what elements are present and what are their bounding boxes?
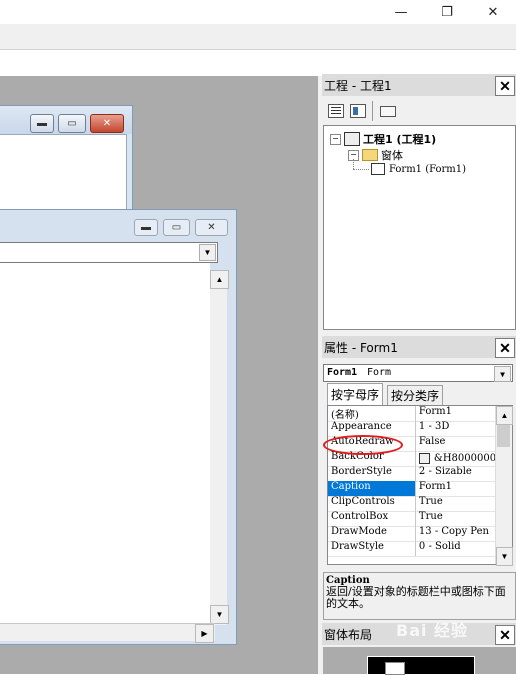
view-code-icon[interactable] bbox=[328, 104, 344, 118]
property-value[interactable]: True bbox=[416, 511, 496, 526]
description-text: 返回/设置对象的标题栏中或图标下面的文本。 bbox=[326, 585, 506, 610]
property-value[interactable]: Form1 bbox=[416, 481, 496, 496]
property-description: Caption 返回/设置对象的标题栏中或图标下面的文本。 bbox=[323, 572, 516, 620]
property-name: ClipControls bbox=[328, 496, 416, 511]
object-type: Form bbox=[367, 367, 392, 378]
property-name: Caption bbox=[328, 481, 416, 496]
property-value[interactable]: Form1 bbox=[416, 406, 496, 421]
property-value[interactable]: &H8000000F& bbox=[416, 451, 496, 466]
scroll-right-arrow-icon[interactable]: ▶ bbox=[195, 624, 214, 643]
view-object-icon[interactable] bbox=[350, 104, 366, 118]
maximize-window-button[interactable]: ❐ bbox=[424, 0, 470, 24]
scroll-up-arrow-icon[interactable]: ▲ bbox=[210, 270, 229, 289]
tab-categorized[interactable]: 按分类序 bbox=[387, 385, 444, 405]
property-name: Appearance bbox=[328, 421, 416, 436]
scroll-up-arrow-icon[interactable]: ▲ bbox=[496, 406, 513, 425]
property-row[interactable]: ClipControls True bbox=[328, 496, 496, 512]
tree-node-forms-folder[interactable]: − 窗体 bbox=[348, 147, 403, 163]
code-editor[interactable] bbox=[0, 263, 210, 623]
property-name: ControlBox bbox=[328, 511, 416, 526]
tree-line bbox=[353, 159, 354, 169]
scroll-down-arrow-icon[interactable]: ▼ bbox=[496, 547, 513, 566]
form-icon bbox=[371, 163, 385, 175]
property-row-selected[interactable]: Caption Form1 bbox=[328, 481, 496, 497]
project-tree[interactable]: − 工程1 (工程1) − 窗体 Form1 (Form1) bbox=[323, 125, 516, 330]
property-grid-scrollbar[interactable]: ▲ ▼ bbox=[495, 406, 513, 566]
tree-project-label: 工程1 (工程1) bbox=[363, 133, 437, 146]
property-name: BorderStyle bbox=[328, 466, 416, 481]
tree-line bbox=[353, 169, 369, 170]
code-horizontal-scrollbar[interactable]: ▶ bbox=[0, 623, 215, 643]
property-value-text: &H8000000F& bbox=[433, 453, 496, 464]
form-close-button[interactable]: ✕ bbox=[90, 114, 124, 133]
code-minimize-button[interactable]: ▬ bbox=[134, 219, 158, 236]
watermark: Bai 经验 bbox=[396, 621, 469, 640]
property-value[interactable]: False bbox=[416, 436, 496, 451]
property-row[interactable]: DrawMode 13 - Copy Pen bbox=[328, 526, 496, 542]
tab-categorized-label: 按分类序 bbox=[391, 389, 440, 403]
object-name: Form1 bbox=[327, 367, 358, 378]
app-titlebar: — ❐ ✕ bbox=[0, 0, 516, 24]
code-close-button[interactable]: ✕ bbox=[195, 219, 228, 236]
form-position-preview[interactable] bbox=[385, 662, 405, 675]
tree-node-project[interactable]: − 工程1 (工程1) bbox=[330, 131, 436, 147]
scrollbar-thumb[interactable] bbox=[497, 425, 510, 447]
collapse-icon[interactable]: − bbox=[330, 133, 341, 145]
tab-alphabetic[interactable]: 按字母序 bbox=[327, 383, 384, 405]
form-maximize-button[interactable]: ▭ bbox=[58, 114, 86, 133]
monitor-preview-icon bbox=[367, 656, 475, 675]
toolbar-separator bbox=[372, 101, 373, 121]
minimize-window-button[interactable]: — bbox=[378, 0, 424, 24]
property-grid[interactable]: (名称) Form1 Appearance 1 - 3D AutoRedraw … bbox=[327, 405, 513, 565]
form-minimize-button[interactable]: ▬ bbox=[30, 114, 54, 133]
close-window-button[interactable]: ✕ bbox=[470, 0, 516, 24]
object-selector-combo[interactable]: Form1 Form ▼ bbox=[323, 364, 513, 382]
properties-panel-close-button[interactable]: ✕ bbox=[495, 338, 515, 358]
toolbar-strip bbox=[0, 24, 516, 50]
project-panel-title: 工程 - 工程1 bbox=[322, 74, 516, 96]
property-row[interactable]: BorderStyle 2 - Sizable bbox=[328, 466, 496, 482]
tree-node-form1[interactable]: Form1 (Form1) bbox=[371, 163, 466, 175]
tab-alphabetic-label: 按字母序 bbox=[331, 388, 380, 402]
color-swatch-icon bbox=[418, 453, 430, 464]
property-row[interactable]: (名称) Form1 bbox=[328, 406, 496, 422]
layout-panel-close-button[interactable]: ✕ bbox=[495, 625, 515, 645]
code-vertical-scrollbar[interactable]: ▲ ▼ bbox=[210, 270, 229, 625]
property-name: DrawStyle bbox=[328, 541, 416, 556]
property-name: (名称) bbox=[328, 406, 416, 421]
project-panel-close-button[interactable]: ✕ bbox=[495, 76, 515, 96]
code-maximize-button[interactable]: ▭ bbox=[163, 219, 190, 236]
properties-panel-title: 属性 - Form1 bbox=[322, 336, 516, 358]
project-panel-title-text: 工程 - 工程1 bbox=[324, 78, 392, 93]
chevron-down-icon[interactable]: ▼ bbox=[199, 244, 216, 261]
scroll-down-arrow-icon[interactable]: ▼ bbox=[210, 605, 229, 624]
property-value[interactable]: 2 - Sizable bbox=[416, 466, 496, 481]
property-value[interactable]: True bbox=[416, 496, 496, 511]
annotation-ellipse bbox=[323, 435, 403, 455]
project-icon bbox=[344, 132, 360, 146]
code-window[interactable]: ▬ ▭ ✕ ▼ ▲ ▼ ▶ bbox=[0, 209, 237, 645]
procedure-combo[interactable]: ▼ bbox=[0, 242, 218, 263]
property-value[interactable]: 0 - Solid bbox=[416, 541, 496, 556]
tree-folder-label: 窗体 bbox=[381, 149, 403, 162]
property-value[interactable]: 13 - Copy Pen bbox=[416, 526, 496, 541]
tree-form-label: Form1 (Form1) bbox=[389, 163, 467, 175]
form-titlebar[interactable]: ▬ ▭ ✕ bbox=[0, 106, 132, 134]
property-row[interactable]: ControlBox True bbox=[328, 511, 496, 527]
property-row[interactable]: DrawStyle 0 - Solid bbox=[328, 541, 496, 557]
properties-panel-title-text: 属性 - Form1 bbox=[324, 340, 398, 355]
folder-icon bbox=[362, 149, 378, 161]
property-value[interactable]: 1 - 3D bbox=[416, 421, 496, 436]
layout-panel-title-text: 窗体布局 bbox=[324, 627, 373, 642]
chevron-down-icon[interactable]: ▼ bbox=[494, 366, 511, 382]
toggle-folders-icon[interactable] bbox=[380, 106, 396, 117]
property-name: DrawMode bbox=[328, 526, 416, 541]
